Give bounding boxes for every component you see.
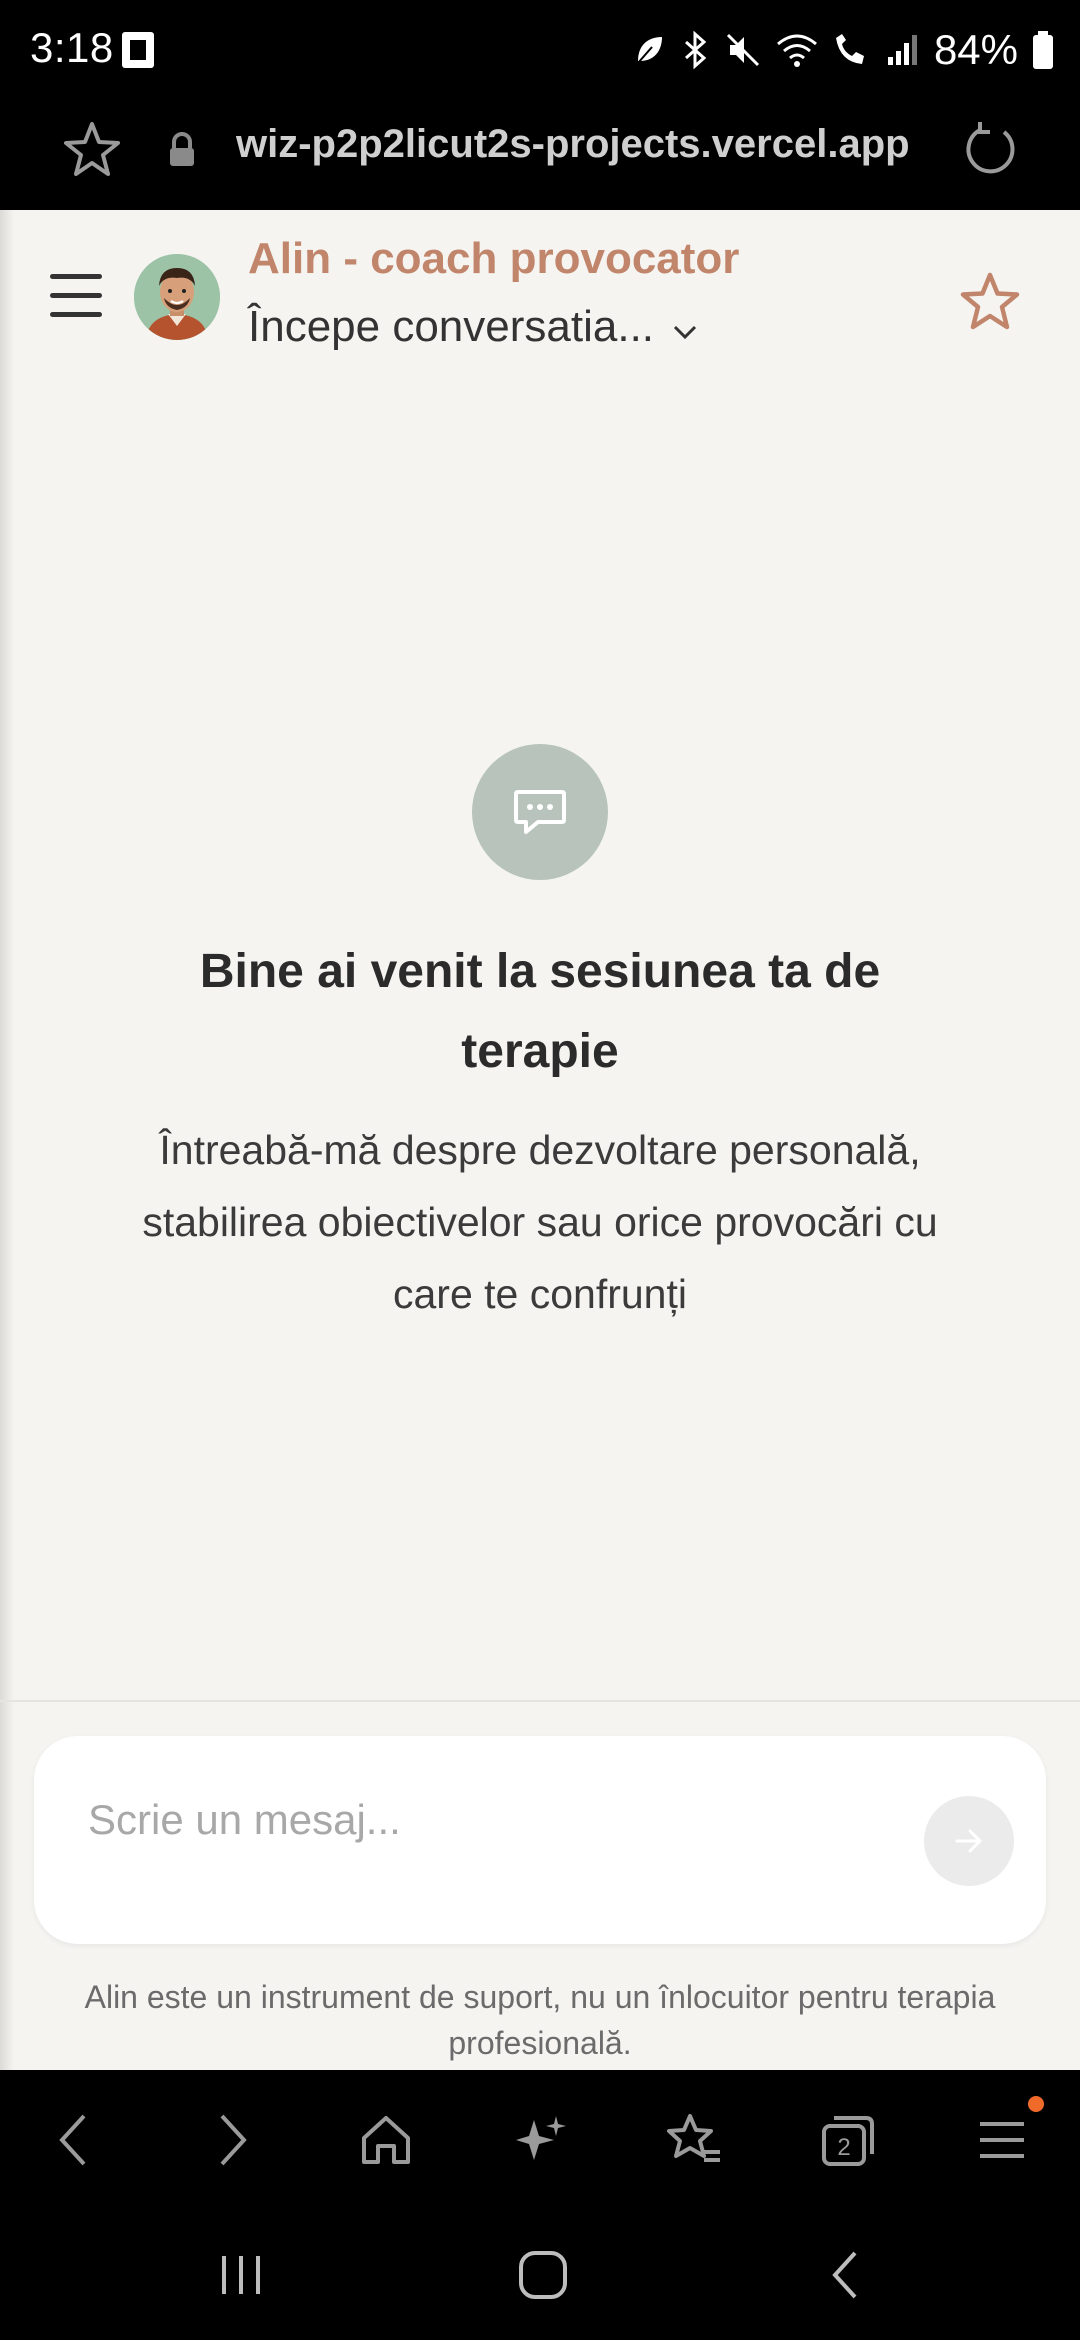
chat-app: Alin - coach provocator Începe conversat… — [0, 210, 1080, 2070]
back-icon[interactable] — [40, 2106, 108, 2174]
leaf-icon — [632, 33, 666, 67]
system-navigation — [0, 2210, 1080, 2340]
coach-name: Alin - coach provocator — [248, 234, 740, 283]
wifi-icon — [776, 32, 818, 68]
back-nav-icon[interactable] — [810, 2240, 880, 2310]
tabs-icon[interactable]: 2 — [814, 2106, 882, 2174]
avatar — [134, 254, 220, 340]
status-time: 3:18 — [30, 24, 114, 71]
sim-icon — [120, 30, 156, 70]
chat-bubble-icon — [472, 744, 608, 880]
message-composer — [34, 1736, 1046, 1944]
tabs-count: 2 — [837, 2134, 850, 2161]
wifi-call-icon — [832, 32, 872, 68]
disclaimer: Alin este un instrument de suport, nu un… — [84, 1979, 996, 2061]
signal-icon — [886, 33, 920, 67]
send-button[interactable] — [924, 1796, 1014, 1886]
notification-dot — [1028, 2096, 1044, 2112]
lock-icon — [164, 130, 200, 170]
browser-url-bar: wiz-p2p2licut2s-projects.vercel.app — [0, 100, 1080, 210]
conversation-select[interactable]: Începe conversatia... — [248, 302, 698, 352]
battery-icon — [1032, 30, 1054, 70]
browser-toolbar: 2 — [0, 2070, 1080, 2210]
url-text[interactable]: wiz-p2p2licut2s-projects.vercel.app — [236, 122, 926, 167]
home-icon[interactable] — [352, 2106, 420, 2174]
mute-icon — [724, 31, 762, 69]
bookmarks-icon[interactable] — [660, 2106, 728, 2174]
battery-text: 84% — [933, 26, 1018, 73]
chevron-down-icon — [672, 302, 698, 352]
arrow-right-icon — [955, 1829, 982, 1853]
home-nav-icon[interactable] — [508, 2240, 578, 2310]
status-bar: 3:18 84% — [0, 0, 1080, 100]
menu-icon[interactable] — [968, 2106, 1036, 2174]
favorite-star-icon[interactable] — [958, 270, 1022, 334]
welcome-subtitle: Întreabă-mă despre dezvoltare personală,… — [142, 1127, 938, 1317]
drawer-edge-shadow — [0, 210, 14, 2070]
reload-icon[interactable] — [960, 118, 1022, 180]
conversation-select-label: Începe conversatia... — [248, 302, 655, 351]
bluetooth-icon — [680, 30, 710, 70]
sparkle-icon[interactable] — [506, 2106, 574, 2174]
forward-icon[interactable] — [198, 2106, 266, 2174]
welcome-title: Bine ai venit la sesiunea ta de terapie — [199, 945, 881, 1078]
hamburger-menu-icon[interactable] — [50, 274, 106, 320]
divider — [0, 1700, 1080, 1702]
bookmark-star-icon[interactable] — [60, 118, 124, 182]
message-input[interactable] — [88, 1790, 888, 1850]
status-icons: 84% — [632, 22, 1054, 78]
recents-icon[interactable] — [206, 2240, 276, 2310]
